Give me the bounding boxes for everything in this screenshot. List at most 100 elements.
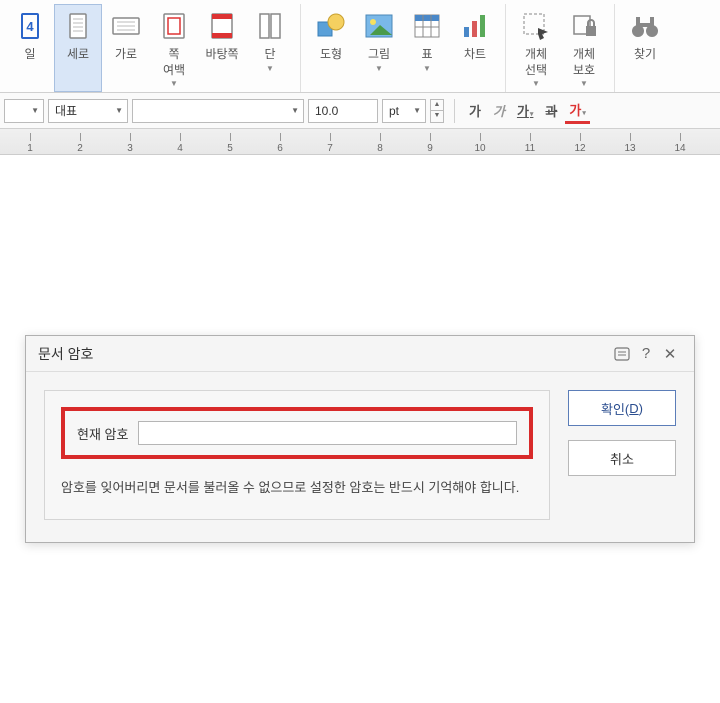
spinner-down-icon[interactable]: ▼	[430, 111, 444, 123]
object-protect-label: 개체 보호	[573, 47, 595, 78]
help-button[interactable]: ?	[634, 342, 658, 366]
ruler-tick: 6	[270, 133, 290, 154]
find-button[interactable]: 찾기	[621, 4, 669, 92]
current-password-row: 현재 암호	[61, 407, 533, 459]
picture-icon	[362, 9, 396, 43]
font-unit-value: pt	[389, 104, 399, 118]
document-password-dialog: 문서 암호 ? ✕ 현재 암호 암호를 잊어버리면 문서를 불러올 수 없으므로…	[25, 335, 695, 543]
chevron-down-icon: ▼	[31, 106, 39, 115]
columns-button[interactable]: 단 ▼	[246, 4, 294, 92]
shape-button[interactable]: 도형	[307, 4, 355, 92]
picture-label: 그림	[368, 47, 390, 63]
find-label: 찾기	[634, 47, 656, 63]
dialog-content: 현재 암호 암호를 잊어버리면 문서를 불러올 수 없으므로 설정한 암호는 반…	[44, 390, 550, 520]
chevron-down-icon: ▼	[115, 106, 123, 115]
chart-icon	[458, 9, 492, 43]
style-combo[interactable]: ▼	[4, 99, 44, 123]
ruler-tick: 5	[220, 133, 240, 154]
page-margin-label: 쪽 여백	[163, 47, 185, 78]
object-protect-icon	[567, 9, 601, 43]
ribbon-group-object: 개체 선택 ▼ 개체 보호 ▼	[506, 4, 615, 92]
dialog-titlebar: 문서 암호 ? ✕	[26, 336, 694, 372]
dialog-body: 현재 암호 암호를 잊어버리면 문서를 불러올 수 없으므로 설정한 암호는 반…	[26, 372, 694, 542]
picture-button[interactable]: 그림 ▼	[355, 4, 403, 92]
chart-label: 차트	[464, 47, 486, 63]
object-protect-button[interactable]: 개체 보호 ▼	[560, 4, 608, 92]
chevron-down-icon: ▼	[580, 79, 588, 88]
file-button[interactable]: 4 일	[6, 4, 54, 92]
ruler-tick: 2	[70, 133, 90, 154]
chevron-down-icon: ▼	[413, 106, 421, 115]
table-button[interactable]: 표 ▼	[403, 4, 451, 92]
font-size-spinner[interactable]: ▲ ▼	[430, 99, 444, 123]
cancel-button[interactable]: 취소	[568, 440, 676, 476]
portrait-label: 세로	[67, 47, 89, 63]
table-label: 표	[421, 47, 432, 63]
para-combo[interactable]: 대표 ▼	[48, 99, 128, 123]
format-toolbar: ▼ 대표 ▼ ▼ 10.0 pt ▼ ▲ ▼ 가 가 가▾ 과 가▾	[0, 93, 720, 129]
file-label: 일	[24, 47, 35, 63]
chevron-down-icon: ▼	[170, 79, 178, 88]
file-icon: 4	[13, 9, 47, 43]
font-size-unit[interactable]: pt ▼	[382, 99, 426, 123]
ok-button[interactable]: 확인(D)	[568, 390, 676, 426]
current-password-label: 현재 암호	[77, 424, 128, 443]
font-size-value: 10.0	[315, 104, 338, 118]
background-label: 바탕쪽	[205, 47, 238, 63]
shape-icon	[314, 9, 348, 43]
background-button[interactable]: 바탕쪽	[198, 4, 246, 92]
ribbon-group-insert: 도형 그림 ▼ 표 ▼ 차트	[301, 4, 506, 92]
ruler-tick: 9	[420, 133, 440, 154]
portrait-icon	[61, 9, 95, 43]
close-button[interactable]: ✕	[658, 342, 682, 366]
strike-button[interactable]: 과	[541, 99, 561, 122]
font-color-button[interactable]: 가▾	[565, 98, 589, 124]
ruler-tick: 3	[120, 133, 140, 154]
ribbon-group-page: 4 일 세로 가로 쪽 여백 ▼ 바탕쪽	[0, 4, 301, 92]
chevron-down-icon: ▼	[423, 64, 431, 73]
ruler-tick: 4	[170, 133, 190, 154]
landscape-button[interactable]: 가로	[102, 4, 150, 92]
landscape-label: 가로	[115, 47, 137, 63]
current-password-input[interactable]	[138, 421, 517, 445]
ribbon-toolbar: 4 일 세로 가로 쪽 여백 ▼ 바탕쪽	[0, 0, 720, 93]
chart-button[interactable]: 차트	[451, 4, 499, 92]
font-size-combo[interactable]: 10.0	[308, 99, 378, 123]
shape-label: 도형	[320, 47, 342, 63]
underline-button[interactable]: 가▾	[513, 99, 537, 122]
ruler-tick: 11	[520, 133, 540, 154]
ruler-tick: 1	[20, 133, 40, 154]
spinner-up-icon[interactable]: ▲	[430, 99, 444, 111]
columns-icon	[253, 9, 287, 43]
object-select-icon	[519, 9, 553, 43]
ruler-tick: 14	[670, 133, 690, 154]
ruler-tick: 8	[370, 133, 390, 154]
object-select-button[interactable]: 개체 선택 ▼	[512, 4, 560, 92]
ruler-tick: 7	[320, 133, 340, 154]
page-margin-button[interactable]: 쪽 여백 ▼	[150, 4, 198, 92]
chevron-down-icon: ▼	[291, 106, 299, 115]
chevron-down-icon: ▼	[266, 64, 274, 73]
landscape-icon	[109, 9, 143, 43]
ruler-tick: 12	[570, 133, 590, 154]
password-hint-text: 암호를 잊어버리면 문서를 불러올 수 없으므로 설정한 암호는 반드시 기억해…	[61, 477, 533, 499]
ruler-tick: 13	[620, 133, 640, 154]
object-select-label: 개체 선택	[525, 47, 547, 78]
binoculars-icon	[628, 9, 662, 43]
portrait-button[interactable]: 세로	[54, 4, 102, 92]
separator	[454, 99, 455, 123]
svg-text:4: 4	[26, 19, 34, 34]
bold-button[interactable]: 가	[465, 99, 485, 122]
horizontal-ruler[interactable]: 1234567891011121314	[0, 129, 720, 155]
dialog-title-text: 문서 암호	[38, 344, 93, 364]
columns-label: 단	[264, 47, 275, 63]
table-icon	[410, 9, 444, 43]
chevron-down-icon: ▼	[532, 79, 540, 88]
page-margin-icon	[157, 9, 191, 43]
font-combo[interactable]: ▼	[132, 99, 304, 123]
italic-button[interactable]: 가	[489, 99, 509, 122]
dialog-buttons: 확인(D) 취소	[568, 390, 676, 520]
background-icon	[205, 9, 239, 43]
ribbon-group-find: 찾기	[615, 4, 675, 92]
dialog-menu-icon[interactable]	[610, 342, 634, 366]
